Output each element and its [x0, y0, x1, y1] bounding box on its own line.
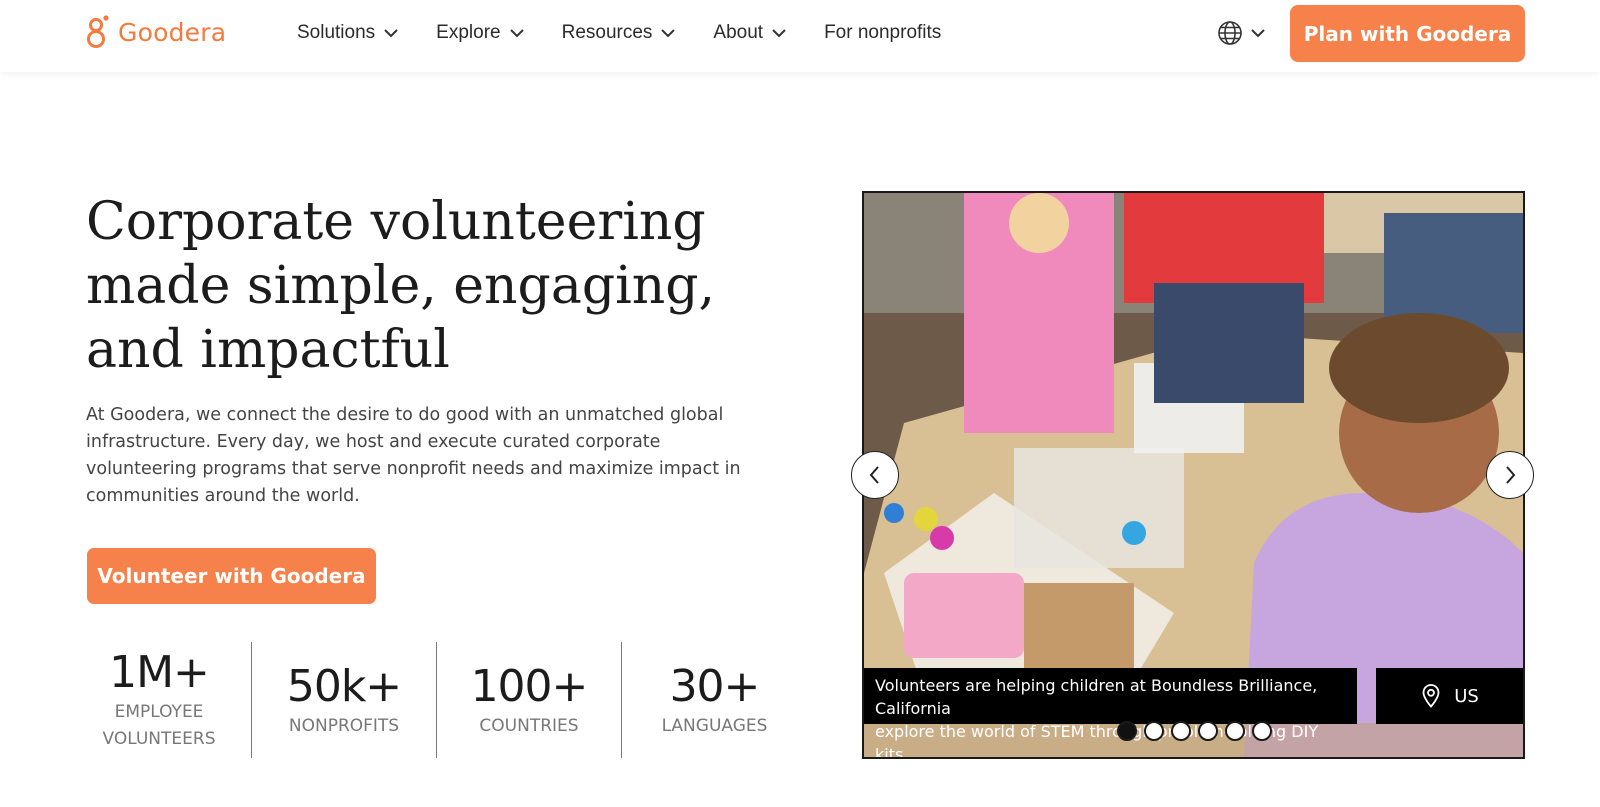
chevron-down-icon	[772, 28, 786, 37]
chevron-down-icon	[1251, 28, 1265, 37]
stat-languages: 30+ LANGUAGES	[622, 642, 807, 758]
hero-description: At Goodera, we connect the desire to do …	[86, 405, 741, 506]
carousel-next-button[interactable]	[1486, 451, 1534, 499]
top-nav: Goodera Solutions Explore Resources Abou…	[0, 0, 1600, 72]
carousel-dots	[1117, 721, 1272, 741]
goodera-logo[interactable]: Goodera	[86, 12, 226, 52]
stat-label: LANGUAGES	[661, 715, 768, 736]
stats-row: 1M+ EMPLOYEE VOLUNTEERS 50k+ NONPROFITS …	[67, 642, 807, 758]
hero-title-line: and impactful	[86, 320, 450, 380]
stat-nonprofits: 50k+ NONPROFITS	[252, 642, 437, 758]
location-pin-icon	[1422, 684, 1440, 708]
carousel-dot[interactable]	[1171, 721, 1191, 741]
chevron-right-icon	[1506, 466, 1516, 484]
stat-value: 30+	[669, 660, 761, 712]
caption-line: explore the world of STEM through proble…	[875, 722, 1319, 759]
nav-item-label: About	[713, 22, 764, 43]
stat-label: VOLUNTEERS	[102, 729, 216, 749]
nav-item-label: Resources	[561, 22, 653, 43]
plan-with-goodera-button[interactable]: Plan with Goodera	[1290, 5, 1525, 62]
nav-item-explore[interactable]: Explore	[436, 22, 524, 44]
photo-carousel[interactable]: Volunteers are helping children at Bound…	[862, 191, 1525, 759]
language-selector[interactable]	[1217, 20, 1265, 46]
nav-item-solutions[interactable]: Solutions	[297, 22, 398, 44]
caption-line: Volunteers are helping children at Bound…	[875, 676, 1318, 718]
stat-label: COUNTRIES	[479, 715, 579, 736]
hero-title: Corporate volunteering made simple, enga…	[86, 190, 786, 382]
stat-value: 50k+	[286, 660, 402, 712]
hero-title-line: Corporate volunteering	[86, 192, 706, 252]
carousel-dot[interactable]	[1252, 721, 1272, 741]
nav-item-label: For nonprofits	[824, 22, 942, 43]
chevron-down-icon	[509, 28, 524, 37]
carousel-dot[interactable]	[1225, 721, 1245, 741]
nav-item-for-nonprofits[interactable]: For nonprofits	[824, 22, 941, 44]
nav-item-label: Solutions	[297, 22, 376, 43]
carousel-prev-button[interactable]	[851, 451, 899, 499]
location-badge: US	[1376, 668, 1523, 724]
hero-title-line: made simple, engaging,	[86, 256, 716, 316]
volunteer-with-goodera-button[interactable]: Volunteer with Goodera	[87, 548, 376, 604]
chevron-down-icon	[384, 28, 398, 37]
stat-label: EMPLOYEE	[114, 702, 204, 722]
main-menu: Solutions Explore Resources About For no…	[297, 0, 979, 66]
nav-item-resources[interactable]: Resources	[562, 22, 676, 44]
logo-text: Goodera	[118, 17, 227, 47]
carousel-dot[interactable]	[1117, 721, 1137, 741]
chevron-left-icon	[869, 466, 879, 484]
stat-value: 100+	[470, 660, 589, 712]
stat-employee-volunteers: 1M+ EMPLOYEE VOLUNTEERS	[67, 642, 252, 758]
carousel-caption: Volunteers are helping children at Bound…	[864, 668, 1357, 757]
stat-countries: 100+ COUNTRIES	[437, 642, 622, 758]
stat-label: NONPROFITS	[288, 715, 400, 736]
chevron-down-icon	[661, 28, 676, 37]
nav-item-about[interactable]: About	[713, 22, 786, 44]
logo-mark-icon	[87, 15, 109, 48]
carousel-dot[interactable]	[1144, 721, 1164, 741]
globe-icon	[1218, 21, 1242, 45]
stat-value: 1M+	[109, 647, 210, 698]
location-text: US	[1454, 685, 1479, 707]
nav-item-label: Explore	[436, 22, 501, 43]
carousel-dot[interactable]	[1198, 721, 1218, 741]
